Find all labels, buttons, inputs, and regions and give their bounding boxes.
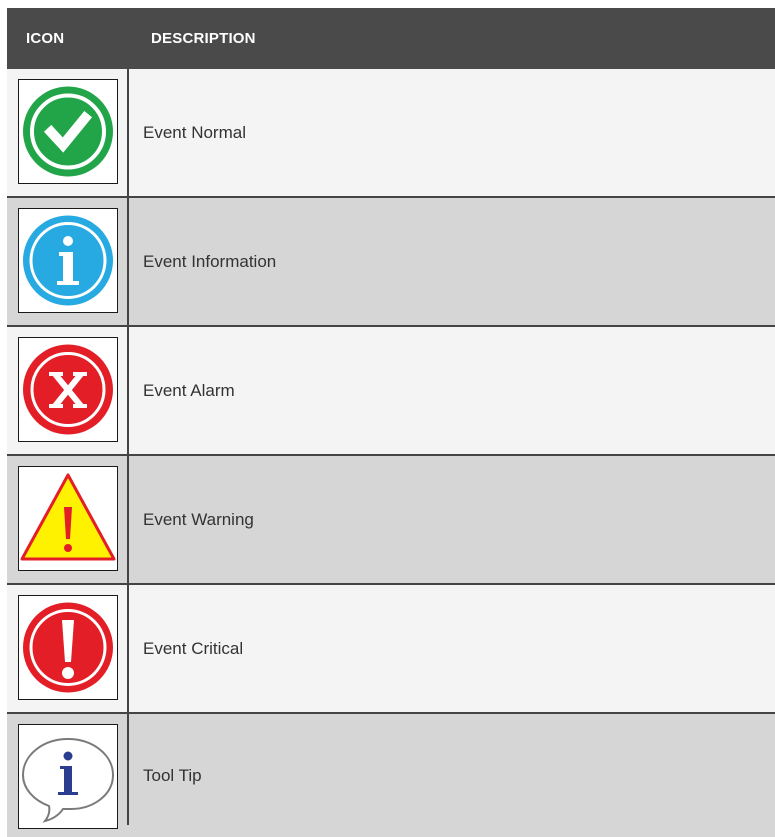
event-information-icon (18, 208, 118, 313)
table-row: Event Information (7, 198, 775, 325)
row-description: Tool Tip (143, 765, 202, 785)
table-row: Event Normal (7, 69, 775, 196)
event-warning-icon (18, 466, 118, 571)
table-row: Event Warning (7, 456, 775, 583)
table-row: Event Alarm (7, 327, 775, 454)
header-icon: ICON (26, 30, 65, 47)
event-normal-icon (18, 79, 118, 184)
event-critical-icon (18, 595, 118, 700)
column-divider (127, 69, 129, 825)
row-description: Event Information (143, 251, 277, 271)
row-description: Event Warning (143, 509, 254, 529)
icon-legend-table: ICON DESCRIPTION Event Normal Event Info… (7, 8, 775, 837)
row-description: Event Normal (143, 122, 246, 142)
event-alarm-icon (18, 337, 118, 442)
row-description: Event Alarm (143, 380, 235, 400)
header-description: DESCRIPTION (151, 30, 256, 47)
table-header: ICON DESCRIPTION (7, 8, 775, 69)
tool-tip-icon (18, 724, 118, 829)
table-row: Tool Tip (7, 714, 775, 837)
row-description: Event Critical (143, 638, 244, 658)
table-row: Event Critical (7, 585, 775, 712)
